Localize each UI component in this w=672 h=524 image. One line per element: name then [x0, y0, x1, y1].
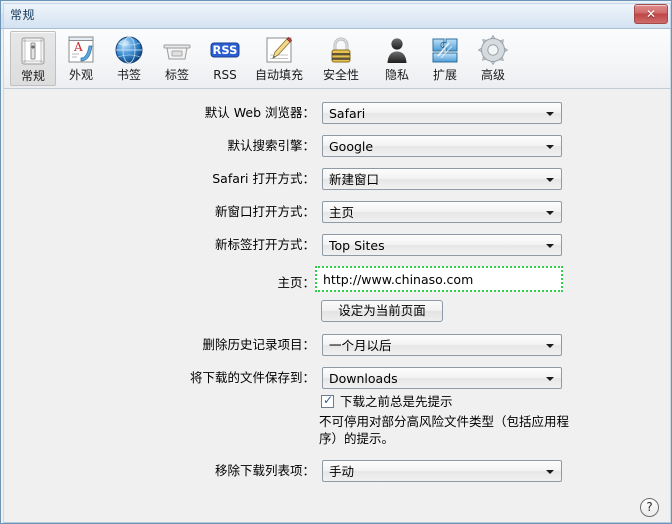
remove-download-items-dropdown[interactable]: 手动	[322, 460, 562, 482]
chevron-down-icon	[546, 211, 554, 215]
homepage-field-focus-ring	[315, 266, 563, 292]
safari-opens-with-value: 新建窗口	[329, 172, 380, 187]
security-lock-icon	[325, 34, 357, 66]
default-browser-dropdown[interactable]: Safari	[322, 102, 562, 124]
chevron-down-icon	[546, 145, 554, 149]
chevron-down-icon	[546, 244, 554, 248]
toolbar-item-appearance[interactable]: A 外观	[58, 31, 104, 86]
toolbar-item-bookmarks[interactable]: 书签	[106, 31, 152, 86]
general-icon	[17, 35, 49, 67]
toolbar-item-advanced[interactable]: 高级	[470, 31, 516, 86]
set-current-page-button[interactable]: 设定为当前页面	[321, 300, 443, 322]
appearance-icon: A	[65, 34, 97, 66]
default-browser-value: Safari	[329, 106, 366, 121]
advanced-gear-icon	[477, 34, 509, 66]
check-icon: ✓	[323, 393, 334, 407]
toolbar-item-privacy[interactable]: 隐私	[374, 31, 420, 86]
row-remove-download-items: 移除下载列表项： 手动	[4, 460, 670, 482]
new-tab-opens-value: Top Sites	[329, 238, 385, 253]
rss-icon: RSS	[209, 34, 241, 66]
label-new-tab-opens: 新标签打开方式：	[214, 237, 315, 252]
tabs-icon	[161, 34, 193, 66]
privacy-person-icon	[381, 34, 413, 66]
toolbar-item-label: 常规	[20, 69, 45, 83]
label-new-window-opens: 新窗口打开方式：	[214, 204, 315, 219]
homepage-input[interactable]	[319, 270, 559, 288]
help-button[interactable]: ?	[640, 498, 659, 517]
toolbar-item-label: 高级	[480, 68, 505, 82]
svg-text:A: A	[73, 40, 83, 54]
remove-history-value: 一个月以后	[329, 338, 392, 353]
window-title: 常规	[10, 8, 36, 22]
remove-download-items-value: 手动	[329, 464, 355, 479]
dialog-footer	[3, 499, 671, 523]
toolbar-item-label: 隐私	[384, 68, 409, 82]
download-note-text: 不可停用对部分高风险文件类型（包括应用程序）的提示。	[319, 414, 570, 446]
extensions-puzzle-icon	[429, 34, 461, 66]
toolbar-item-label: 自动填充	[254, 68, 303, 82]
row-save-downloads-to: 将下载的文件保存到： Downloads	[4, 367, 670, 389]
label-safari-opens-with: Safari 打开方式：	[212, 171, 315, 186]
chevron-down-icon	[546, 178, 554, 182]
default-search-dropdown[interactable]: Google	[322, 135, 562, 157]
toolbar-item-extensions[interactable]: 扩展	[422, 31, 468, 86]
svg-text:RSS: RSS	[213, 43, 238, 57]
label-default-search: 默认搜索引擎：	[227, 138, 315, 153]
toolbar-item-label: 安全性	[322, 68, 359, 82]
title-bar-inner	[3, 3, 671, 28]
autofill-icon	[263, 34, 295, 66]
label-remove-download-items: 移除下载列表项：	[214, 463, 315, 478]
always-prompt-label: 下载之前总是先提示	[340, 394, 453, 409]
title-bar: 常规 ✕	[1, 1, 671, 29]
toolbar-item-label: RSS	[213, 68, 237, 82]
row-new-window-opens: 新窗口打开方式： 主页	[4, 201, 670, 223]
row-default-search: 默认搜索引擎： Google	[4, 135, 670, 157]
save-downloads-to-value: Downloads	[329, 371, 398, 386]
row-default-browser: 默认 Web 浏览器： Safari	[4, 102, 670, 124]
toolbar-item-security[interactable]: 安全性	[316, 31, 366, 86]
label-default-browser: 默认 Web 浏览器：	[204, 105, 315, 120]
close-icon: ✕	[645, 7, 657, 21]
toolbar-item-rss[interactable]: RSS RSS	[202, 31, 248, 86]
always-prompt-checkbox[interactable]: ✓	[321, 393, 334, 408]
default-search-value: Google	[329, 139, 374, 154]
close-button[interactable]: ✕	[634, 4, 668, 24]
toolbar-item-tabs[interactable]: 标签	[154, 31, 200, 86]
chevron-down-icon	[546, 377, 554, 381]
chevron-down-icon	[546, 344, 554, 348]
safari-opens-with-dropdown[interactable]: 新建窗口	[322, 168, 562, 190]
chevron-down-icon	[546, 112, 554, 116]
new-window-opens-dropdown[interactable]: 主页	[322, 201, 562, 223]
new-window-opens-value: 主页	[329, 205, 355, 220]
toolbar-item-label: 书签	[116, 68, 141, 82]
preferences-window: 常规 ✕ 常规 A 外观 书签 标签 RSS RSS 自动填充 安全性 隐私 扩…	[0, 0, 672, 524]
chevron-down-icon	[546, 470, 554, 474]
toolbar-item-general[interactable]: 常规	[10, 31, 56, 86]
save-downloads-to-dropdown[interactable]: Downloads	[322, 367, 562, 389]
row-remove-history: 删除历史记录项目： 一个月以后	[4, 334, 670, 356]
remove-history-dropdown[interactable]: 一个月以后	[322, 334, 562, 356]
row-new-tab-opens: 新标签打开方式： Top Sites	[4, 234, 670, 256]
toolbar-item-label: 标签	[164, 68, 189, 82]
row-safari-opens-with: Safari 打开方式： 新建窗口	[4, 168, 670, 190]
label-homepage: 主页：	[277, 275, 315, 290]
label-save-downloads-to: 将下载的文件保存到：	[189, 370, 315, 385]
preferences-toolbar: 常规 A 外观 书签 标签 RSS RSS 自动填充 安全性 隐私 扩展 高级	[3, 29, 671, 89]
toolbar-item-label: 扩展	[432, 68, 457, 82]
new-tab-opens-dropdown[interactable]: Top Sites	[322, 234, 562, 256]
toolbar-item-label: 外观	[68, 68, 93, 82]
label-remove-history: 删除历史记录项目：	[202, 337, 315, 352]
toolbar-item-autofill[interactable]: 自动填充	[250, 31, 308, 86]
bookmarks-globe-icon	[113, 34, 145, 66]
